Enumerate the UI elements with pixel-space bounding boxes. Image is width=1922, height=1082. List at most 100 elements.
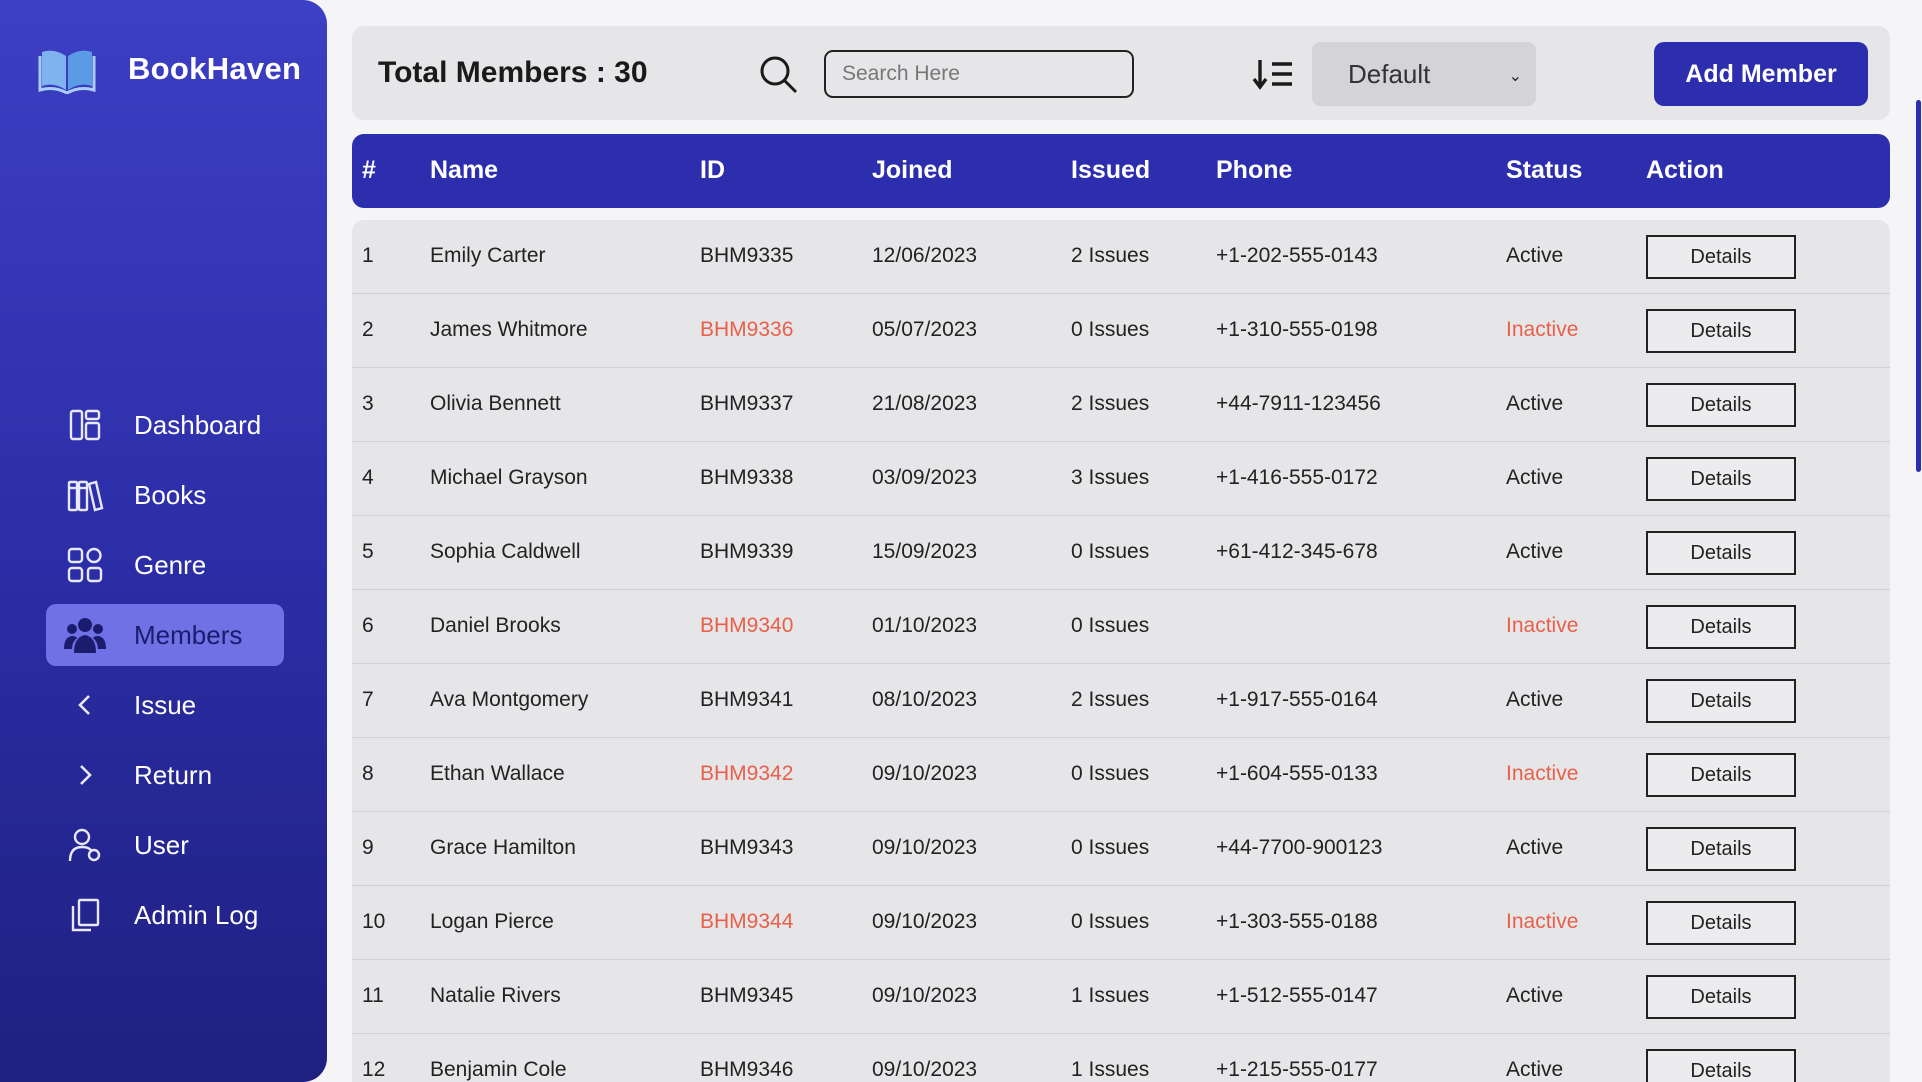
details-button[interactable]: Details	[1646, 679, 1796, 723]
status: Active	[1506, 466, 1564, 489]
row-number: 7	[362, 688, 374, 711]
member-name: Natalie Rivers	[430, 984, 561, 1007]
joined-date: 09/10/2023	[872, 910, 978, 933]
member-name: Michael Grayson	[430, 466, 588, 489]
member-name: Olivia Bennett	[430, 392, 561, 415]
sidebar-item-label: Members	[134, 619, 243, 650]
issued-count: 0 Issues	[1071, 540, 1150, 563]
table-row: 1 Emily Carter BHM9335 12/06/2023 2 Issu…	[352, 220, 1890, 294]
column-header-status: Status	[1506, 156, 1583, 184]
sidebar-item-label: Issue	[134, 689, 197, 720]
joined-date: 15/09/2023	[872, 540, 978, 563]
member-name: Benjamin Cole	[430, 1058, 567, 1081]
details-button[interactable]: Details	[1646, 753, 1796, 797]
sidebar-item-issue[interactable]: Issue	[46, 674, 284, 736]
chevron-down-icon: ⌄	[1508, 68, 1522, 85]
table-row: 5 Sophia Caldwell BHM9339 15/09/2023 0 I…	[352, 516, 1890, 590]
status: Active	[1506, 1058, 1564, 1081]
sidebar-item-genre[interactable]: Genre	[46, 534, 284, 596]
brand[interactable]: BookHaven	[38, 44, 301, 94]
column-header-phone: Phone	[1216, 156, 1293, 184]
issued-count: 1 Issues	[1071, 1058, 1150, 1081]
table-row: 4 Michael Grayson BHM9338 03/09/2023 3 I…	[352, 442, 1890, 516]
phone: +61-412-345-678	[1216, 540, 1378, 563]
column-header-number: #	[362, 156, 376, 184]
status: Active	[1506, 540, 1564, 563]
table-row: 12 Benjamin Cole BHM9346 09/10/2023 1 Is…	[352, 1034, 1890, 1082]
sidebar-nav: Dashboard Books Genre Members Issue Retu…	[46, 394, 284, 954]
issued-count: 2 Issues	[1071, 688, 1150, 711]
member-id: BHM9342	[700, 762, 794, 785]
status: Active	[1506, 688, 1564, 711]
sort-select[interactable]: Default ⌄	[1312, 42, 1536, 106]
search-icon[interactable]	[756, 52, 800, 96]
scrollbar[interactable]	[1916, 100, 1921, 472]
details-button[interactable]: Details	[1646, 605, 1796, 649]
sidebar-item-dashboard[interactable]: Dashboard	[46, 394, 284, 456]
sidebar-item-admin-log[interactable]: Admin Log	[46, 884, 284, 946]
row-number: 2	[362, 318, 374, 341]
member-id: BHM9335	[700, 244, 794, 267]
sort-select-value: Default	[1348, 58, 1431, 89]
details-button[interactable]: Details	[1646, 309, 1796, 353]
member-name: Grace Hamilton	[430, 836, 576, 859]
phone: +1-310-555-0198	[1216, 318, 1378, 341]
status: Active	[1506, 984, 1564, 1007]
member-name: James Whitmore	[430, 318, 588, 341]
search-input[interactable]	[824, 50, 1134, 98]
open-book-icon	[38, 50, 96, 94]
joined-date: 09/10/2023	[872, 984, 978, 1007]
phone: +1-512-555-0147	[1216, 984, 1378, 1007]
dashboard-icon	[64, 404, 106, 446]
member-id: BHM9337	[700, 392, 794, 415]
issued-count: 3 Issues	[1071, 466, 1150, 489]
sort-icon[interactable]	[1252, 54, 1296, 94]
details-button[interactable]: Details	[1646, 827, 1796, 871]
sidebar-item-books[interactable]: Books	[46, 464, 284, 526]
details-button[interactable]: Details	[1646, 457, 1796, 501]
issued-count: 2 Issues	[1071, 392, 1150, 415]
details-button[interactable]: Details	[1646, 975, 1796, 1019]
details-button[interactable]: Details	[1646, 235, 1796, 279]
status: Active	[1506, 836, 1564, 859]
details-button[interactable]: Details	[1646, 1049, 1796, 1082]
phone: +44-7700-900123	[1216, 836, 1383, 859]
phone: +1-416-555-0172	[1216, 466, 1378, 489]
member-id: BHM9343	[700, 836, 794, 859]
table-row: 6 Daniel Brooks BHM9340 01/10/2023 0 Iss…	[352, 590, 1890, 664]
member-name: Ethan Wallace	[430, 762, 565, 785]
sidebar-item-user[interactable]: User	[46, 814, 284, 876]
column-header-issued: Issued	[1071, 156, 1151, 184]
issued-count: 0 Issues	[1071, 318, 1150, 341]
sidebar-item-return[interactable]: Return	[46, 744, 284, 806]
user-icon	[64, 824, 106, 866]
table-row: 2 James Whitmore BHM9336 05/07/2023 0 Is…	[352, 294, 1890, 368]
row-number: 12	[362, 1058, 386, 1081]
phone: +1-917-555-0164	[1216, 688, 1378, 711]
sidebar-item-label: Books	[134, 479, 207, 510]
issued-count: 0 Issues	[1071, 614, 1150, 637]
status: Inactive	[1506, 762, 1579, 785]
phone: +1-215-555-0177	[1216, 1058, 1378, 1081]
members-table: 1 Emily Carter BHM9335 12/06/2023 2 Issu…	[352, 220, 1890, 1082]
joined-date: 08/10/2023	[872, 688, 978, 711]
details-button[interactable]: Details	[1646, 531, 1796, 575]
details-button[interactable]: Details	[1646, 901, 1796, 945]
joined-date: 05/07/2023	[872, 318, 978, 341]
joined-date: 09/10/2023	[872, 762, 978, 785]
add-member-button[interactable]: Add Member	[1654, 42, 1868, 106]
member-id: BHM9341	[700, 688, 794, 711]
row-number: 9	[362, 836, 374, 859]
row-number: 6	[362, 614, 374, 637]
joined-date: 01/10/2023	[872, 614, 978, 637]
issued-count: 1 Issues	[1071, 984, 1150, 1007]
member-id: BHM9346	[700, 1058, 794, 1081]
row-number: 11	[362, 984, 384, 1007]
column-header-action: Action	[1646, 156, 1724, 184]
member-id: BHM9338	[700, 466, 794, 489]
sidebar-item-members[interactable]: Members	[46, 604, 284, 666]
status: Active	[1506, 392, 1564, 415]
table-row: 8 Ethan Wallace BHM9342 09/10/2023 0 Iss…	[352, 738, 1890, 812]
details-button[interactable]: Details	[1646, 383, 1796, 427]
table-header: # Name ID Joined Issued Phone Status Act…	[352, 134, 1890, 208]
